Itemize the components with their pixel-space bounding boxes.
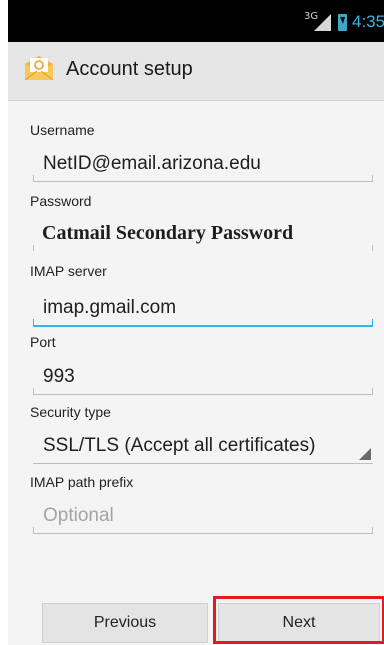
imap-server-label: IMAP server [30,263,107,279]
account-setup-form: Username NetID@email.arizona.edu Passwor… [8,101,384,645]
previous-button[interactable]: Previous [42,603,208,643]
security-type-value: SSL/TLS (Accept all certificates) [43,435,316,456]
status-bar: 3G 4:35 [8,0,384,42]
imap-server-field[interactable]: imap.gmail.com [33,285,373,327]
username-field[interactable]: NetID@email.arizona.edu [33,141,373,182]
port-field[interactable]: 993 [33,354,373,395]
next-button-highlight [213,596,384,644]
imap-path-prefix-label: IMAP path prefix [30,474,134,490]
password-value: Catmail Secondary Password [42,222,294,244]
password-label: Password [30,193,92,209]
imap-path-prefix-placeholder: Optional [43,505,114,526]
password-field[interactable]: Catmail Secondary Password [33,211,373,252]
battery-charging-icon [338,14,347,31]
clock: 4:35 [352,12,384,31]
action-bar: Account setup [8,42,384,101]
security-type-dropdown[interactable]: SSL/TLS (Accept all certificates) [33,423,373,464]
imap-server-value: imap.gmail.com [43,297,177,318]
email-app-icon[interactable] [22,54,56,84]
security-type-label: Security type [30,404,111,420]
username-value: NetID@email.arizona.edu [43,153,261,174]
username-label: Username [30,122,95,138]
port-value: 993 [43,366,75,387]
signal-icon [314,14,331,31]
imap-path-prefix-field[interactable]: Optional [33,493,373,534]
screen: 3G 4:35 Account setup Username NetID@ema… [8,0,384,645]
dropdown-indicator-icon [359,448,371,460]
page-title: Account setup [66,58,193,80]
port-label: Port [30,334,56,350]
